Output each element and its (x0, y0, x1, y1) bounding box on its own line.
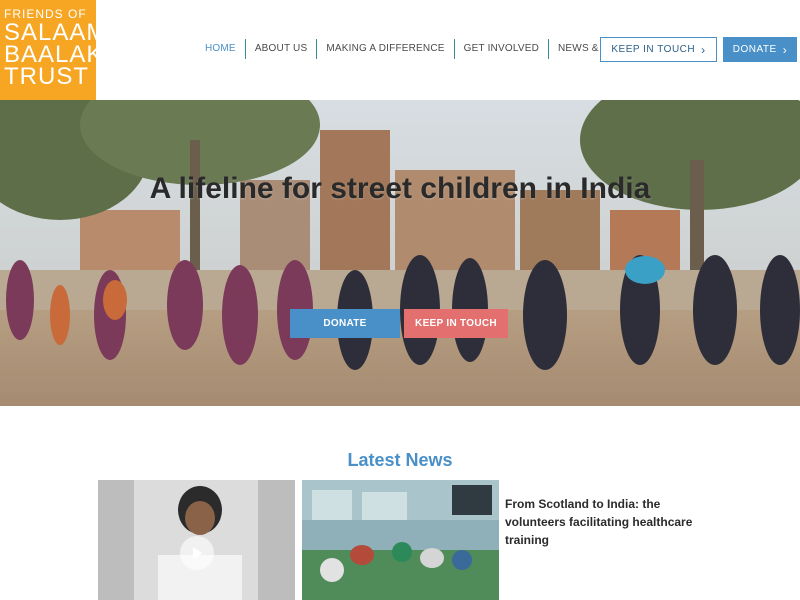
donate-button[interactable]: DONATE › (723, 37, 797, 62)
news-classroom-image (302, 480, 499, 600)
news-headline-link[interactable]: From Scotland to India: the volunteers f… (505, 495, 695, 549)
hero-title: A lifeline for street children in India (149, 172, 651, 205)
nav-home[interactable]: HOME (196, 39, 246, 59)
hero-photo (0, 100, 800, 406)
donate-label: DONATE (732, 44, 777, 55)
hero-banner: A lifeline for street children in India … (0, 100, 800, 406)
keep-in-touch-label: KEEP IN TOUCH (611, 44, 696, 55)
latest-news-heading: Latest News (347, 450, 453, 470)
main-nav: HOME ABOUT US MAKING A DIFFERENCE GET IN… (196, 39, 659, 59)
hero-keep-in-touch-button[interactable]: KEEP IN TOUCH (404, 309, 508, 338)
nav-about-us[interactable]: ABOUT US (246, 39, 318, 59)
chevron-right-icon: › (782, 42, 788, 57)
hero-donate-button[interactable]: DONATE (290, 309, 400, 338)
site-logo[interactable]: FRIENDS OF SALAAM BAALAK TRUST (0, 0, 106, 100)
nav-making-a-difference[interactable]: MAKING A DIFFERENCE (317, 39, 455, 59)
chevron-right-icon: › (701, 42, 706, 57)
keep-in-touch-button[interactable]: KEEP IN TOUCH › (600, 37, 717, 62)
logo-line-4: TRUST (4, 63, 89, 90)
nav-get-involved[interactable]: GET INVOLVED (455, 39, 550, 59)
site-header: FRIENDS OF SALAAM BAALAK TRUST HOME ABOU… (0, 0, 800, 100)
news-image-card[interactable] (302, 480, 499, 600)
play-icon[interactable] (180, 536, 214, 570)
